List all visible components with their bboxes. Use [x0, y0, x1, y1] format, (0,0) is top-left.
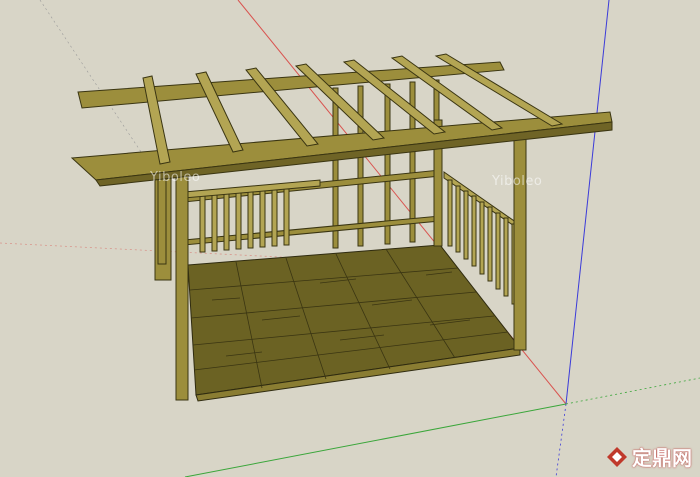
blue-axis-line: [565, 0, 610, 405]
front-left-post: [175, 159, 189, 401]
green-axis-dotted-line: [565, 377, 700, 405]
brand-text: 定鼎网: [632, 446, 692, 470]
axes-group: [0, 0, 700, 477]
modeling-viewport[interactable]: Yiboleo Yiboleo 定鼎网: [0, 0, 700, 477]
floor-deck: [187, 244, 521, 402]
blue-axis-dotted-line: [555, 403, 567, 477]
front-right-post: [513, 129, 527, 351]
red-axis-dotted-line: [0, 242, 301, 259]
red-diamond-logo-icon: [607, 446, 627, 467]
pergola-3d-scene[interactable]: [0, 0, 700, 477]
brand-watermark: 定鼎网: [606, 442, 692, 471]
green-axis-line: [184, 403, 567, 477]
